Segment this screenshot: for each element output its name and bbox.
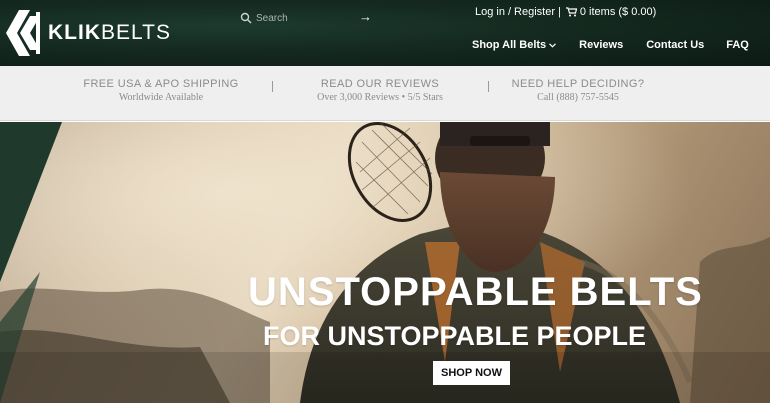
info-bar: FREE USA & APO SHIPPING Worldwide Availa…	[0, 66, 770, 121]
chevron-down-icon	[549, 42, 557, 48]
main-nav: Shop All Belts Reviews Contact Us FAQ	[472, 39, 749, 51]
search-input[interactable]	[256, 12, 356, 24]
help-info[interactable]: NEED HELP DECIDING? Call (888) 757-5545	[498, 78, 658, 103]
account-divider: |	[558, 6, 561, 18]
register-link[interactable]: Register	[514, 6, 555, 18]
reviews-info[interactable]: READ OUR REVIEWS Over 3,000 Reviews • 5/…	[292, 78, 468, 103]
cart-link[interactable]: 0 items ($ 0.00)	[580, 6, 656, 18]
help-phone: Call (888) 757-5545	[537, 92, 619, 103]
nav-contact-us[interactable]: Contact Us	[646, 39, 704, 51]
hero-banner: UNSTOPPABLE BELTS FOR UNSTOPPABLE PEOPLE…	[0, 122, 770, 403]
hero-title: UNSTOPPABLE BELTS	[248, 270, 703, 314]
account-links: Log in / Register | 0 items ($ 0.00)	[475, 6, 656, 18]
reviews-title: READ OUR REVIEWS	[320, 78, 440, 90]
klik-chevron-logo-icon	[6, 10, 40, 56]
info-divider	[272, 81, 273, 92]
arrow-right-icon[interactable]: →	[359, 9, 372, 24]
nav-reviews[interactable]: Reviews	[579, 39, 623, 51]
nav-faq[interactable]: FAQ	[726, 39, 749, 51]
login-link[interactable]: Log in	[475, 6, 505, 18]
hero-subtitle: FOR UNSTOPPABLE PEOPLE	[263, 321, 647, 351]
site-header: KLIKBELTS → Log in / Register | 0 items …	[0, 0, 770, 66]
cart-icon	[565, 7, 577, 17]
klikbelts-logo[interactable]: KLIKBELTS	[6, 10, 171, 56]
shipping-info[interactable]: FREE USA & APO SHIPPING Worldwide Availa…	[66, 78, 256, 103]
shipping-title: FREE USA & APO SHIPPING	[83, 78, 239, 90]
reviews-subtitle: Over 3,000 Reviews • 5/5 Stars	[317, 92, 443, 103]
search-icon	[240, 12, 252, 24]
search-box: →	[240, 8, 376, 28]
help-title: NEED HELP DECIDING?	[511, 78, 645, 90]
account-separator: /	[507, 6, 512, 18]
brand-wordmark: KLIKBELTS	[48, 21, 171, 44]
nav-shop-all-belts[interactable]: Shop All Belts	[472, 39, 557, 51]
shipping-subtitle: Worldwide Available	[118, 92, 204, 103]
info-divider	[488, 81, 489, 92]
shop-now-button[interactable]: SHOP NOW	[433, 361, 510, 385]
nav-label: Shop All Belts	[472, 39, 547, 51]
hero-photo-man-with-fishing-net	[0, 122, 770, 403]
